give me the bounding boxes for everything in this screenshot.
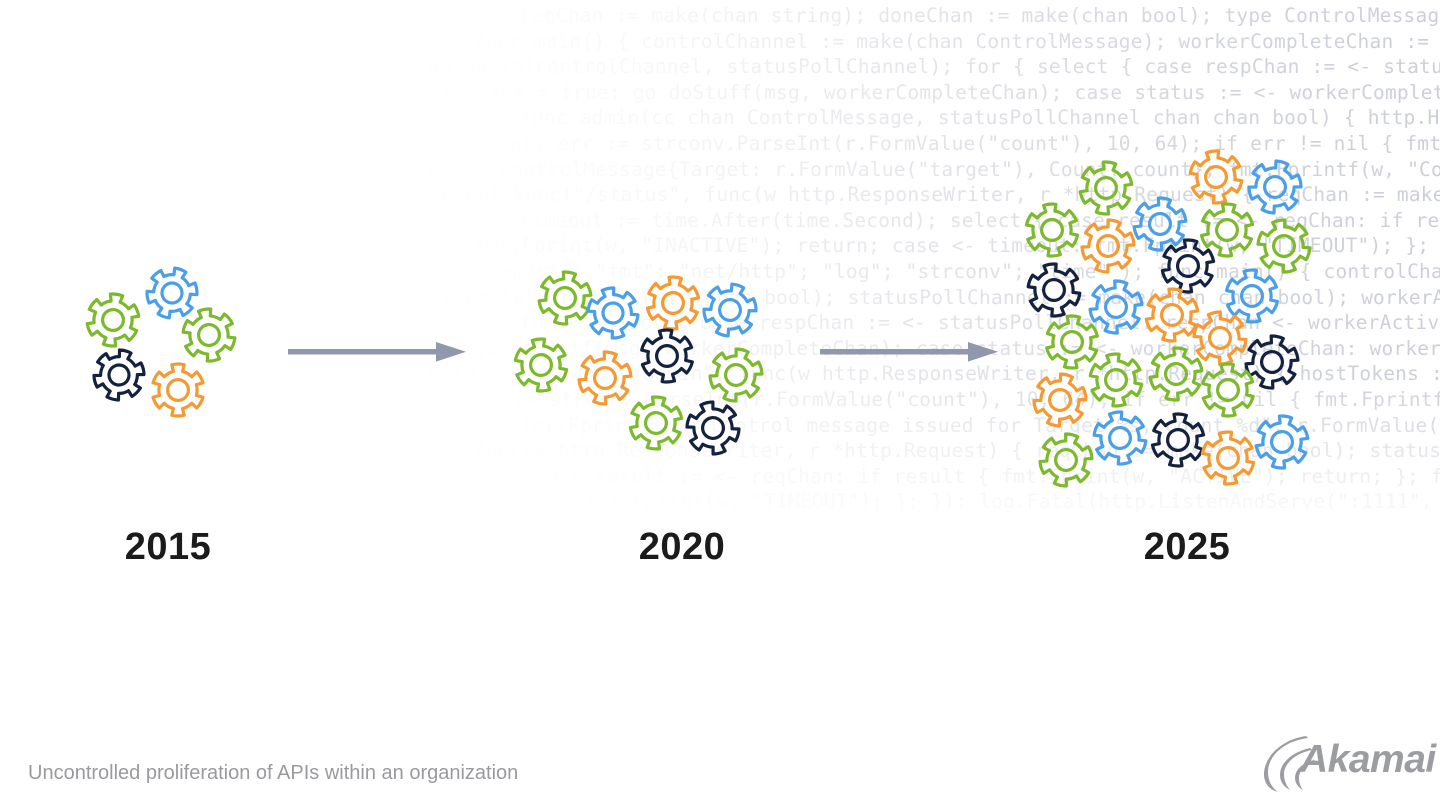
gear-icon	[635, 324, 698, 387]
gear-icon	[508, 332, 574, 398]
gear-icon	[1248, 408, 1316, 476]
slide-canvas: reqChan := make(chan string); doneChan :…	[0, 0, 1440, 810]
arrow-2015-to-2020	[288, 340, 466, 364]
code-line: func admin(cc chan ControlMessage, statu…	[520, 106, 1440, 130]
gear-cluster-2015	[75, 255, 245, 418]
code-line: workerActive = true; go doStuff(msg, wor…	[382, 80, 1440, 104]
code-line: case <- timeout: fmt.Fprint(w, "TIMEOUT"…	[382, 490, 1440, 514]
akamai-logo: Akamai	[1262, 732, 1436, 794]
gear-icon	[623, 390, 689, 456]
gear-icon	[1072, 154, 1140, 222]
year-label-2025: 2025	[1143, 526, 1231, 568]
akamai-wordmark: Akamai	[1300, 738, 1436, 781]
year-label-2020: 2020	[638, 526, 726, 568]
code-line: reqChan := make(chan string); doneChan :…	[520, 4, 1440, 27]
slide-caption: Uncontrolled proliferation of APIs withi…	[28, 762, 519, 784]
code-line: func main() { controlChannel := make(cha…	[474, 29, 1430, 53]
year-label-2015: 2015	[124, 526, 212, 568]
gear-cluster-2025	[1020, 149, 1320, 492]
arrow-2020-to-2025	[820, 340, 998, 364]
gear-icon	[83, 339, 154, 410]
gear-cluster-2020	[508, 268, 773, 456]
code-line: go admin(controlChannel, statusPollChann…	[428, 55, 1440, 79]
gear-icon	[148, 360, 208, 420]
gear-icon	[1030, 424, 1102, 496]
gear-icon	[1072, 210, 1145, 283]
